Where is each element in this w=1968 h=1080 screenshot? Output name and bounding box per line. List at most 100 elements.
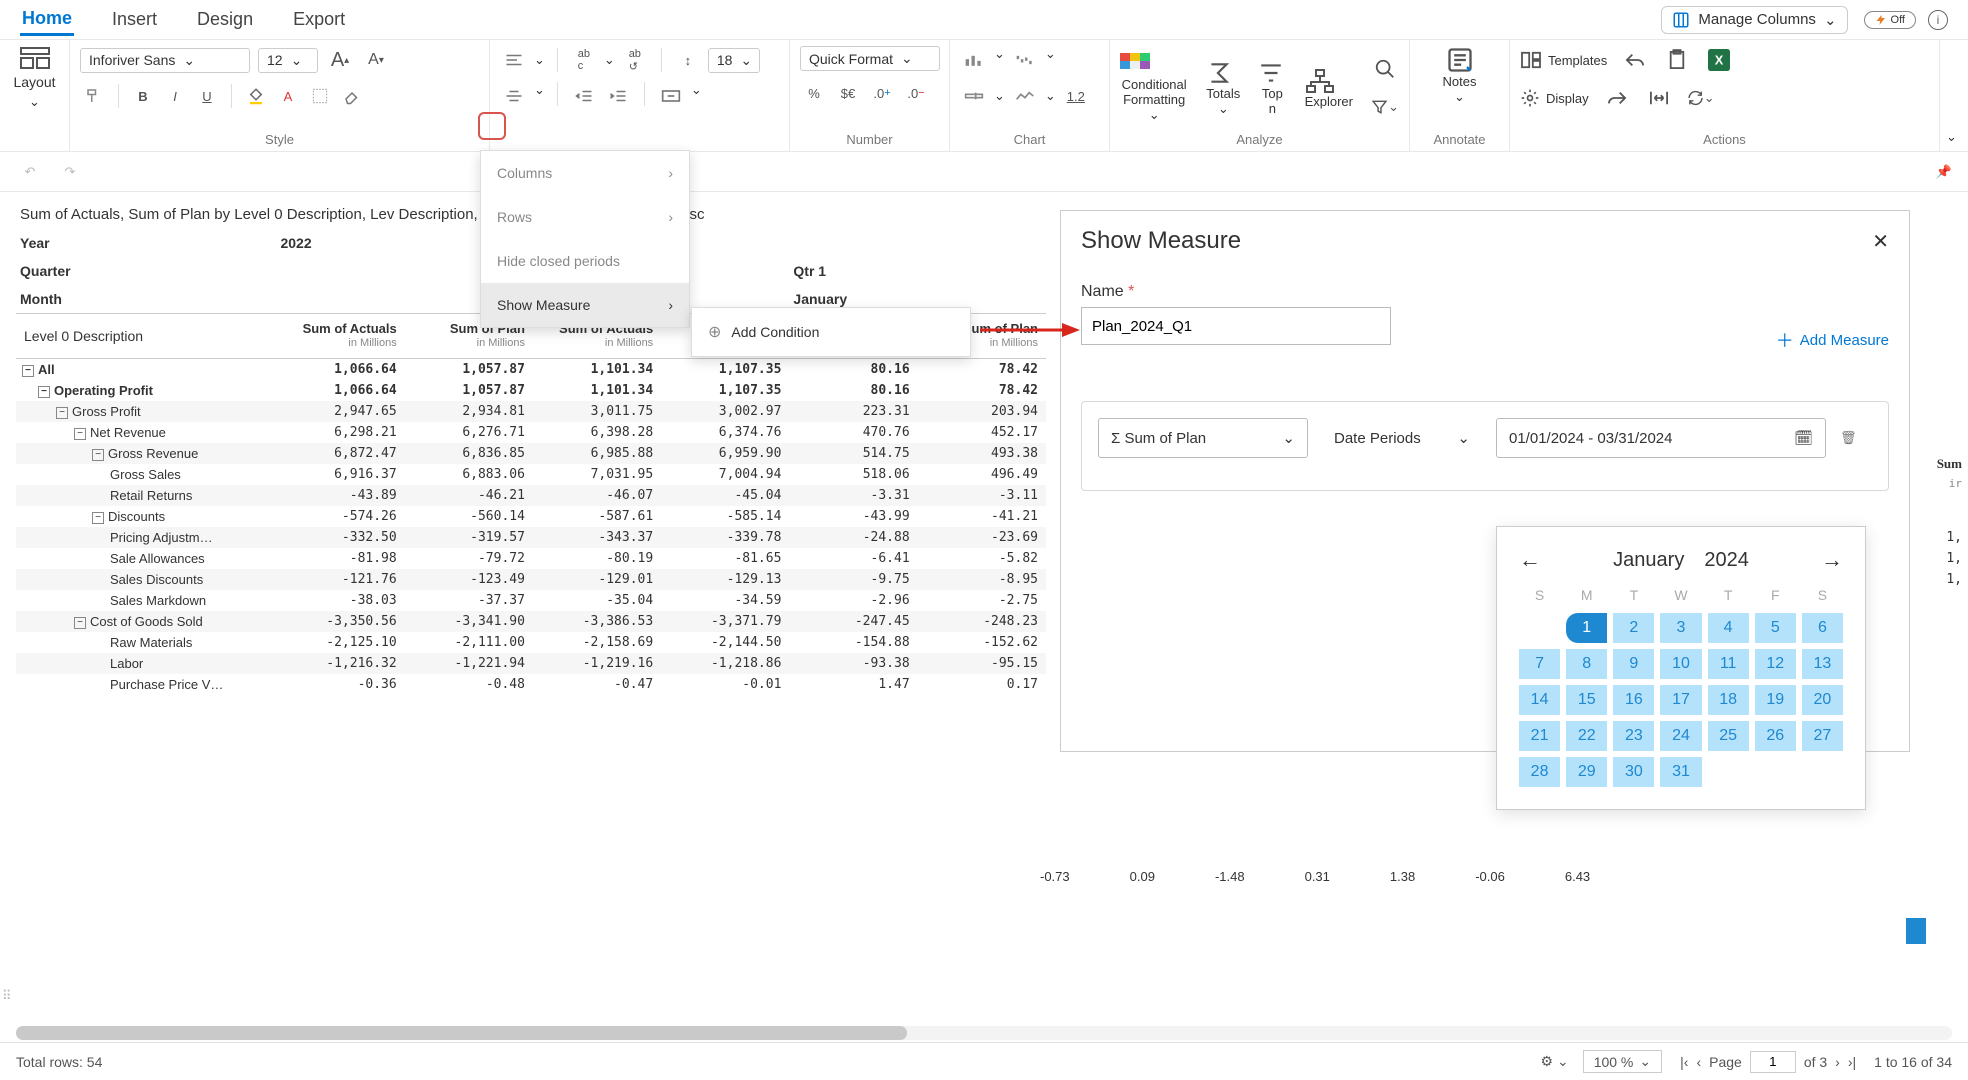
underline-button[interactable]: U xyxy=(193,82,221,110)
scroll-nub[interactable] xyxy=(1906,918,1926,944)
measure-name-input[interactable] xyxy=(1081,307,1391,345)
italic-button[interactable]: I xyxy=(161,82,189,110)
border-button[interactable] xyxy=(306,82,334,110)
wrap-text-button[interactable]: abc xyxy=(570,46,598,74)
cal-day[interactable]: 27 xyxy=(1802,721,1843,751)
format-painter-icon[interactable] xyxy=(80,82,108,110)
row-label[interactable]: −Gross Revenue xyxy=(16,443,276,464)
collapse-ribbon-icon[interactable]: ⌄ xyxy=(1940,40,1968,151)
currency-button[interactable]: $€ xyxy=(834,79,862,107)
fill-color-button[interactable] xyxy=(242,82,270,110)
outdent-button[interactable] xyxy=(570,82,598,110)
page-input[interactable] xyxy=(1750,1051,1796,1073)
cal-day[interactable]: 9 xyxy=(1613,649,1654,679)
font-color-button[interactable]: A xyxy=(274,82,302,110)
search-icon[interactable] xyxy=(1371,55,1399,83)
toggle-off[interactable]: Off xyxy=(1864,11,1916,29)
chevron-down-icon[interactable]: ⌄ xyxy=(994,46,1005,74)
row-label[interactable]: Raw Materials xyxy=(16,632,276,653)
quick-format-select[interactable]: Quick Format⌄ xyxy=(800,46,940,71)
cal-day[interactable]: 17 xyxy=(1660,685,1701,715)
cal-day[interactable]: 26 xyxy=(1755,721,1796,751)
excel-icon[interactable]: X xyxy=(1705,46,1733,74)
display-button[interactable]: Display xyxy=(1520,88,1589,108)
h-scrollbar[interactable] xyxy=(16,1026,1952,1040)
cal-day[interactable]: 2 xyxy=(1613,613,1654,643)
cal-day[interactable]: 31 xyxy=(1660,757,1701,787)
chevron-down-icon[interactable]: ⌄ xyxy=(534,82,545,110)
undo-icon[interactable] xyxy=(1621,46,1649,74)
increase-font-icon[interactable]: A▴ xyxy=(326,46,354,74)
cal-day[interactable]: 23 xyxy=(1613,721,1654,751)
indent-button[interactable] xyxy=(604,82,632,110)
tab-design[interactable]: Design xyxy=(195,5,255,34)
collapse-icon[interactable]: − xyxy=(56,407,68,419)
collapse-icon[interactable]: − xyxy=(38,386,50,398)
row-label[interactable]: −Discounts xyxy=(16,506,276,527)
cal-day[interactable]: 12 xyxy=(1755,649,1796,679)
date-periods-select[interactable]: Date Periods⌄ xyxy=(1322,418,1482,458)
first-page-icon[interactable]: |‹ xyxy=(1680,1054,1688,1070)
chevron-down-icon[interactable]: ⌄ xyxy=(1045,88,1056,104)
row-label[interactable]: −Cost of Goods Sold xyxy=(16,611,276,632)
font-select[interactable]: Inforiver Sans⌄ xyxy=(80,48,250,73)
row-label[interactable]: Sales Markdown xyxy=(16,590,276,611)
formula-input[interactable] xyxy=(96,159,1924,185)
explorer-button[interactable]: Explorer xyxy=(1305,68,1353,109)
cal-day[interactable]: 16 xyxy=(1613,685,1654,715)
line-spacing-button[interactable]: ↕ xyxy=(674,46,702,74)
cal-day[interactable]: 13 xyxy=(1802,649,1843,679)
cal-day[interactable]: 21 xyxy=(1519,721,1560,751)
conditional-formatting-button[interactable]: ConditionalFormatting ⌄ xyxy=(1120,53,1188,123)
bullet-chart-icon[interactable] xyxy=(960,82,988,110)
pin-icon[interactable]: 📌 xyxy=(1936,164,1952,180)
bold-button[interactable]: B xyxy=(129,82,157,110)
topn-button[interactable]: Top n xyxy=(1258,60,1286,116)
cal-day[interactable]: 14 xyxy=(1519,685,1560,715)
row-label[interactable]: −Operating Profit xyxy=(16,380,276,401)
info-icon[interactable]: i xyxy=(1928,10,1948,30)
undo-small-icon[interactable]: ↶ xyxy=(16,158,44,186)
eraser-button[interactable] xyxy=(338,82,366,110)
dec-decimal-button[interactable]: .0− xyxy=(902,79,930,107)
row-label[interactable]: Pricing Adjustm… xyxy=(16,527,276,548)
waterfall-icon[interactable] xyxy=(1011,46,1039,74)
clipboard-icon[interactable] xyxy=(1663,46,1691,74)
zoom-control[interactable]: 100 %⌄ xyxy=(1583,1050,1662,1073)
redo-small-icon[interactable]: ↷ xyxy=(56,158,84,186)
collapse-icon[interactable]: − xyxy=(74,428,86,440)
drag-handle-icon[interactable]: ⠿ xyxy=(2,988,12,1004)
next-page-icon[interactable]: › xyxy=(1835,1054,1840,1070)
merge-button[interactable] xyxy=(657,82,685,110)
add-condition-button[interactable]: ⊕ Add Condition xyxy=(692,308,970,356)
filter-icon[interactable]: ⌄ xyxy=(1371,93,1399,121)
trash-icon[interactable]: 🗑 xyxy=(1840,430,1857,446)
menu-show-measure[interactable]: Show Measure› xyxy=(481,283,689,327)
prev-month-icon[interactable]: ← xyxy=(1519,547,1541,573)
cal-day[interactable]: 29 xyxy=(1566,757,1607,787)
collapse-icon[interactable]: − xyxy=(22,365,34,377)
orientation-button[interactable]: ab↺ xyxy=(621,46,649,74)
cal-day[interactable]: 6 xyxy=(1802,613,1843,643)
cal-day[interactable]: 28 xyxy=(1519,757,1560,787)
next-month-icon[interactable]: → xyxy=(1821,547,1843,573)
row-label[interactable]: Purchase Price V… xyxy=(16,674,276,695)
prev-page-icon[interactable]: ‹ xyxy=(1696,1054,1701,1070)
cal-day[interactable]: 22 xyxy=(1566,721,1607,751)
collapse-icon[interactable]: − xyxy=(92,512,104,524)
collapse-icon[interactable]: − xyxy=(92,449,104,461)
cal-day[interactable]: 15 xyxy=(1566,685,1607,715)
align-h-button[interactable] xyxy=(500,46,528,74)
settings-gear-icon[interactable]: ⚙ ⌄ xyxy=(1541,1053,1569,1070)
row-label[interactable]: Sales Discounts xyxy=(16,569,276,590)
cal-day[interactable]: 1 xyxy=(1566,613,1607,643)
collapse-icon[interactable]: − xyxy=(74,617,86,629)
cal-day[interactable]: 18 xyxy=(1708,685,1749,715)
manage-columns-dropdown[interactable]: Manage Columns ⌄ xyxy=(1661,6,1847,34)
refresh-icon[interactable]: ⌄ xyxy=(1687,84,1715,112)
align-v-button[interactable] xyxy=(500,82,528,110)
templates-button[interactable]: Templates xyxy=(1520,51,1607,69)
sparkline-icon[interactable] xyxy=(1011,82,1039,110)
cal-day[interactable]: 24 xyxy=(1660,721,1701,751)
tab-insert[interactable]: Insert xyxy=(110,5,159,34)
